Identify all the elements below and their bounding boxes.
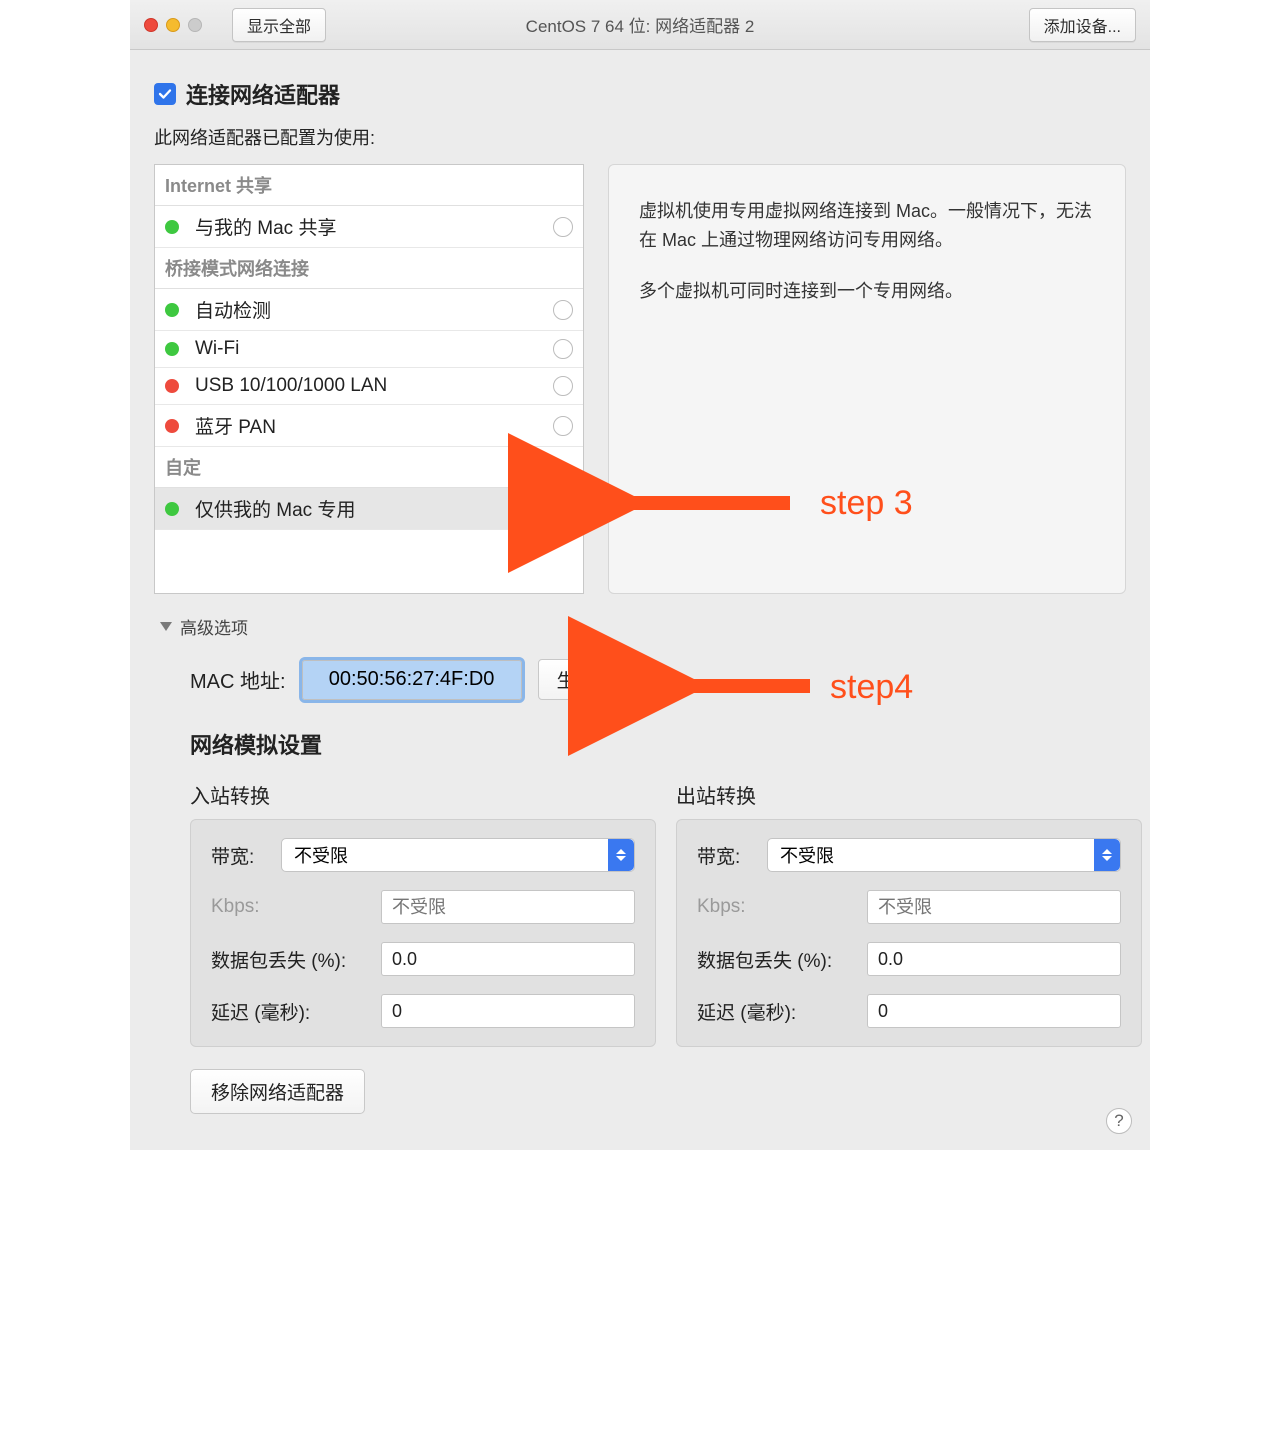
radio-button[interactable] (553, 300, 573, 320)
chevron-down-icon (160, 622, 172, 631)
select-arrow-icon (1094, 839, 1120, 871)
status-dot-icon (165, 379, 179, 393)
configured-to-use-label: 此网络适配器已配置为使用: (154, 124, 1126, 150)
status-dot-icon (165, 419, 179, 433)
list-item-label: 自动检测 (195, 296, 553, 323)
status-dot-icon (165, 220, 179, 234)
latency-label: 延迟 (毫秒): (697, 998, 867, 1025)
content-panel: 连接网络适配器 此网络适配器已配置为使用: Internet 共享 与我的 Ma… (130, 50, 1150, 1134)
list-item-usb-lan[interactable]: USB 10/100/1000 LAN (155, 368, 583, 405)
connect-adapter-row: 连接网络适配器 (154, 78, 1126, 110)
description-paragraph: 虚拟机使用专用虚拟网络连接到 Mac。一般情况下，无法在 Mac 上通过物理网络… (639, 197, 1095, 255)
help-button[interactable]: ? (1106, 1108, 1132, 1134)
outbound-kbps-input (867, 890, 1121, 924)
inbound-bandwidth-select[interactable]: 不受限 (281, 838, 635, 872)
outbound-title: 出站转换 (676, 780, 1142, 809)
outbound-packet-loss-input[interactable] (867, 942, 1121, 976)
radio-button[interactable] (553, 499, 573, 519)
network-type-list[interactable]: Internet 共享 与我的 Mac 共享 桥接模式网络连接 自动检测 Wi-… (154, 164, 584, 594)
outbound-box: 带宽: 不受限 Kbps: 数据包丢失 (%): (676, 819, 1142, 1047)
bandwidth-label: 带宽: (697, 842, 767, 869)
inbound-box: 带宽: 不受限 Kbps: 数据包丢失 (%): (190, 819, 656, 1047)
annotation-step4: step4 (830, 668, 913, 707)
generate-mac-button[interactable]: 生成 (538, 659, 614, 700)
add-device-button[interactable]: 添加设备... (1029, 8, 1136, 42)
zoom-window-button[interactable] (188, 18, 202, 32)
mac-address-input[interactable] (302, 660, 522, 700)
advanced-options-disclosure[interactable]: 高级选项 (160, 614, 1126, 639)
list-item-bluetooth-pan[interactable]: 蓝牙 PAN (155, 405, 583, 447)
traffic-lights (144, 18, 202, 32)
kbps-label: Kbps: (211, 896, 381, 918)
list-item-autodetect[interactable]: 自动检测 (155, 289, 583, 331)
select-value: 不受限 (780, 842, 834, 868)
radio-button[interactable] (553, 339, 573, 359)
inbound-latency-input[interactable] (381, 994, 635, 1028)
status-dot-icon (165, 342, 179, 356)
connect-adapter-checkbox[interactable] (154, 83, 176, 105)
minimize-window-button[interactable] (166, 18, 180, 32)
status-dot-icon (165, 303, 179, 317)
mac-address-label: MAC 地址: (190, 665, 286, 694)
list-item-label: Wi-Fi (195, 338, 553, 360)
list-item-wifi[interactable]: Wi-Fi (155, 331, 583, 368)
outbound-latency-input[interactable] (867, 994, 1121, 1028)
description-panel: 虚拟机使用专用虚拟网络连接到 Mac。一般情况下，无法在 Mac 上通过物理网络… (608, 164, 1126, 594)
latency-label: 延迟 (毫秒): (211, 998, 381, 1025)
select-value: 不受限 (294, 842, 348, 868)
section-header-internet-sharing: Internet 共享 (155, 165, 583, 206)
network-simulation-title: 网络模拟设置 (190, 728, 1126, 760)
list-item-private-to-mac[interactable]: 仅供我的 Mac 专用 (155, 488, 583, 530)
inbound-title: 入站转换 (190, 780, 656, 809)
radio-button[interactable] (553, 376, 573, 396)
connect-adapter-label: 连接网络适配器 (186, 78, 340, 110)
status-dot-icon (165, 502, 179, 516)
show-all-button[interactable]: 显示全部 (232, 8, 326, 42)
bandwidth-label: 带宽: (211, 842, 281, 869)
list-item-label: 蓝牙 PAN (195, 412, 553, 439)
radio-button[interactable] (553, 416, 573, 436)
settings-window: 显示全部 CentOS 7 64 位: 网络适配器 2 添加设备... 连接网络… (130, 0, 1150, 1150)
advanced-options-label: 高级选项 (180, 614, 248, 639)
packet-loss-label: 数据包丢失 (%): (697, 946, 867, 973)
inbound-column: 入站转换 带宽: 不受限 Kbps: 数据包丢失 (%): (190, 780, 656, 1047)
section-header-bridged: 桥接模式网络连接 (155, 248, 583, 289)
remove-network-adapter-button[interactable]: 移除网络适配器 (190, 1069, 365, 1114)
list-item-share-with-mac[interactable]: 与我的 Mac 共享 (155, 206, 583, 248)
select-arrow-icon (608, 839, 634, 871)
outbound-column: 出站转换 带宽: 不受限 Kbps: 数据包丢失 (%): (676, 780, 1142, 1047)
mac-address-row: MAC 地址: 生成 (190, 659, 1126, 700)
description-paragraph: 多个虚拟机可同时连接到一个专用网络。 (639, 277, 1095, 306)
checkmark-icon (157, 86, 173, 102)
outbound-bandwidth-select[interactable]: 不受限 (767, 838, 1121, 872)
list-item-label: 仅供我的 Mac 专用 (195, 495, 553, 522)
list-item-label: USB 10/100/1000 LAN (195, 375, 553, 397)
inbound-kbps-input (381, 890, 635, 924)
annotation-step3: step 3 (820, 484, 913, 523)
list-item-label: 与我的 Mac 共享 (195, 213, 553, 240)
section-header-custom: 自定 (155, 447, 583, 488)
inbound-packet-loss-input[interactable] (381, 942, 635, 976)
packet-loss-label: 数据包丢失 (%): (211, 946, 381, 973)
network-simulation-columns: 入站转换 带宽: 不受限 Kbps: 数据包丢失 (%): (190, 780, 1126, 1047)
kbps-label: Kbps: (697, 896, 867, 918)
close-window-button[interactable] (144, 18, 158, 32)
radio-button[interactable] (553, 217, 573, 237)
titlebar: 显示全部 CentOS 7 64 位: 网络适配器 2 添加设备... (130, 0, 1150, 50)
